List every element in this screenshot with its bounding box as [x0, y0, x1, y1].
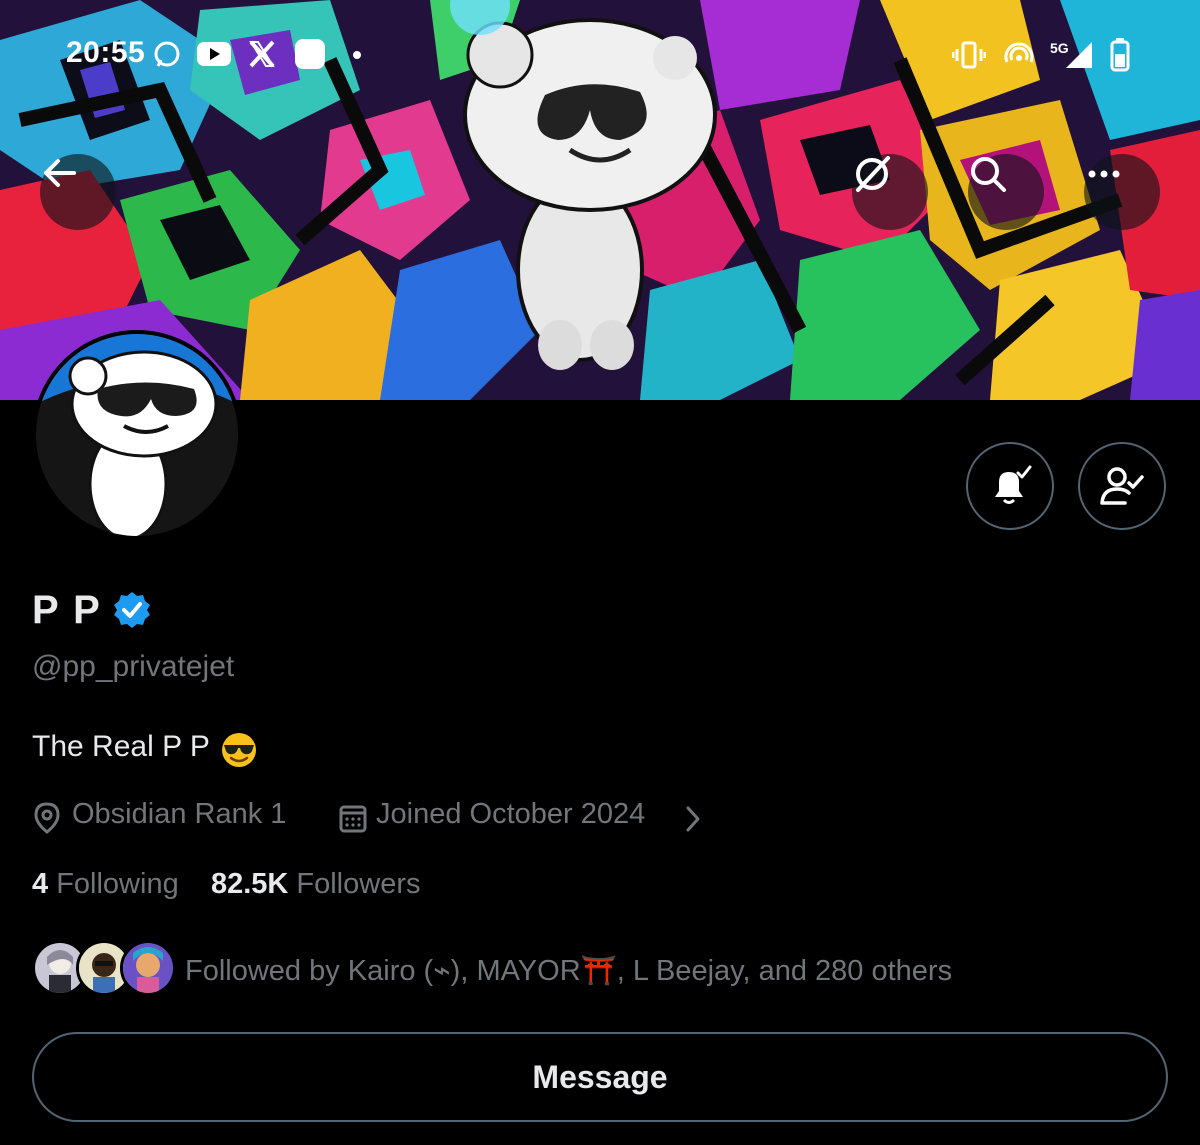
signal-strength-icon: [1066, 42, 1092, 68]
hotspot-icon: [1004, 42, 1034, 63]
vibrate-icon: [952, 41, 986, 69]
back-button[interactable]: [40, 154, 116, 230]
notifications-button[interactable]: [966, 442, 1054, 530]
message-button[interactable]: Message: [32, 1032, 1168, 1122]
avatar-mascot-image: [36, 334, 238, 536]
more-horizontal-icon: [1088, 170, 1120, 178]
x-logo-icon: [249, 40, 275, 68]
youtube-icon: [197, 42, 231, 66]
arrow-left-icon: [44, 159, 76, 187]
sunglasses-emoji-icon: [222, 733, 256, 767]
chevron-right-icon[interactable]: [682, 804, 704, 834]
location-text: Obsidian Rank 1: [72, 798, 287, 830]
calendar-icon: [339, 805, 367, 833]
following-label: Following: [56, 868, 179, 900]
verified-badge-icon[interactable]: [112, 590, 152, 630]
bell-check-icon: [995, 465, 1032, 504]
followers-count: 82.5K: [210, 868, 289, 900]
grok-icon: [856, 156, 890, 192]
search-icon: [971, 157, 1006, 192]
profile-avatar[interactable]: [32, 330, 242, 540]
search-button[interactable]: [968, 154, 1044, 230]
following-count: 4: [32, 868, 49, 900]
followers-link[interactable]: 82.5K Followers: [211, 868, 421, 900]
chat-bubble-icon: [154, 41, 180, 67]
grok-button[interactable]: [852, 154, 928, 230]
following-link[interactable]: 4 Following: [32, 868, 179, 900]
follower-avatar: [120, 940, 176, 996]
status-time: 20:55: [66, 36, 146, 69]
more-notifications-dot-icon: [353, 51, 361, 59]
battery-icon: [1110, 38, 1130, 72]
followed-by-text: Followed by Kairo (⌁), MAYOR⛩️, L Beejay…: [185, 955, 953, 987]
joined-date-text[interactable]: Joined October 2024: [376, 798, 645, 831]
bio-text: The Real P P: [32, 730, 210, 763]
follow-stats-row: 4 Following 82.5K Followers: [32, 868, 420, 901]
followers-label: Followers: [296, 868, 421, 900]
display-name: P P: [32, 588, 102, 632]
location-pin-icon: [34, 802, 60, 834]
more-options-button[interactable]: [1084, 154, 1160, 230]
app-notification-icon: [295, 39, 325, 69]
user-handle: @pp_privatejet: [32, 650, 235, 683]
following-status-button[interactable]: [1078, 442, 1166, 530]
status-bar: 20:55 5G: [0, 0, 1200, 110]
person-check-icon: [1100, 467, 1144, 505]
